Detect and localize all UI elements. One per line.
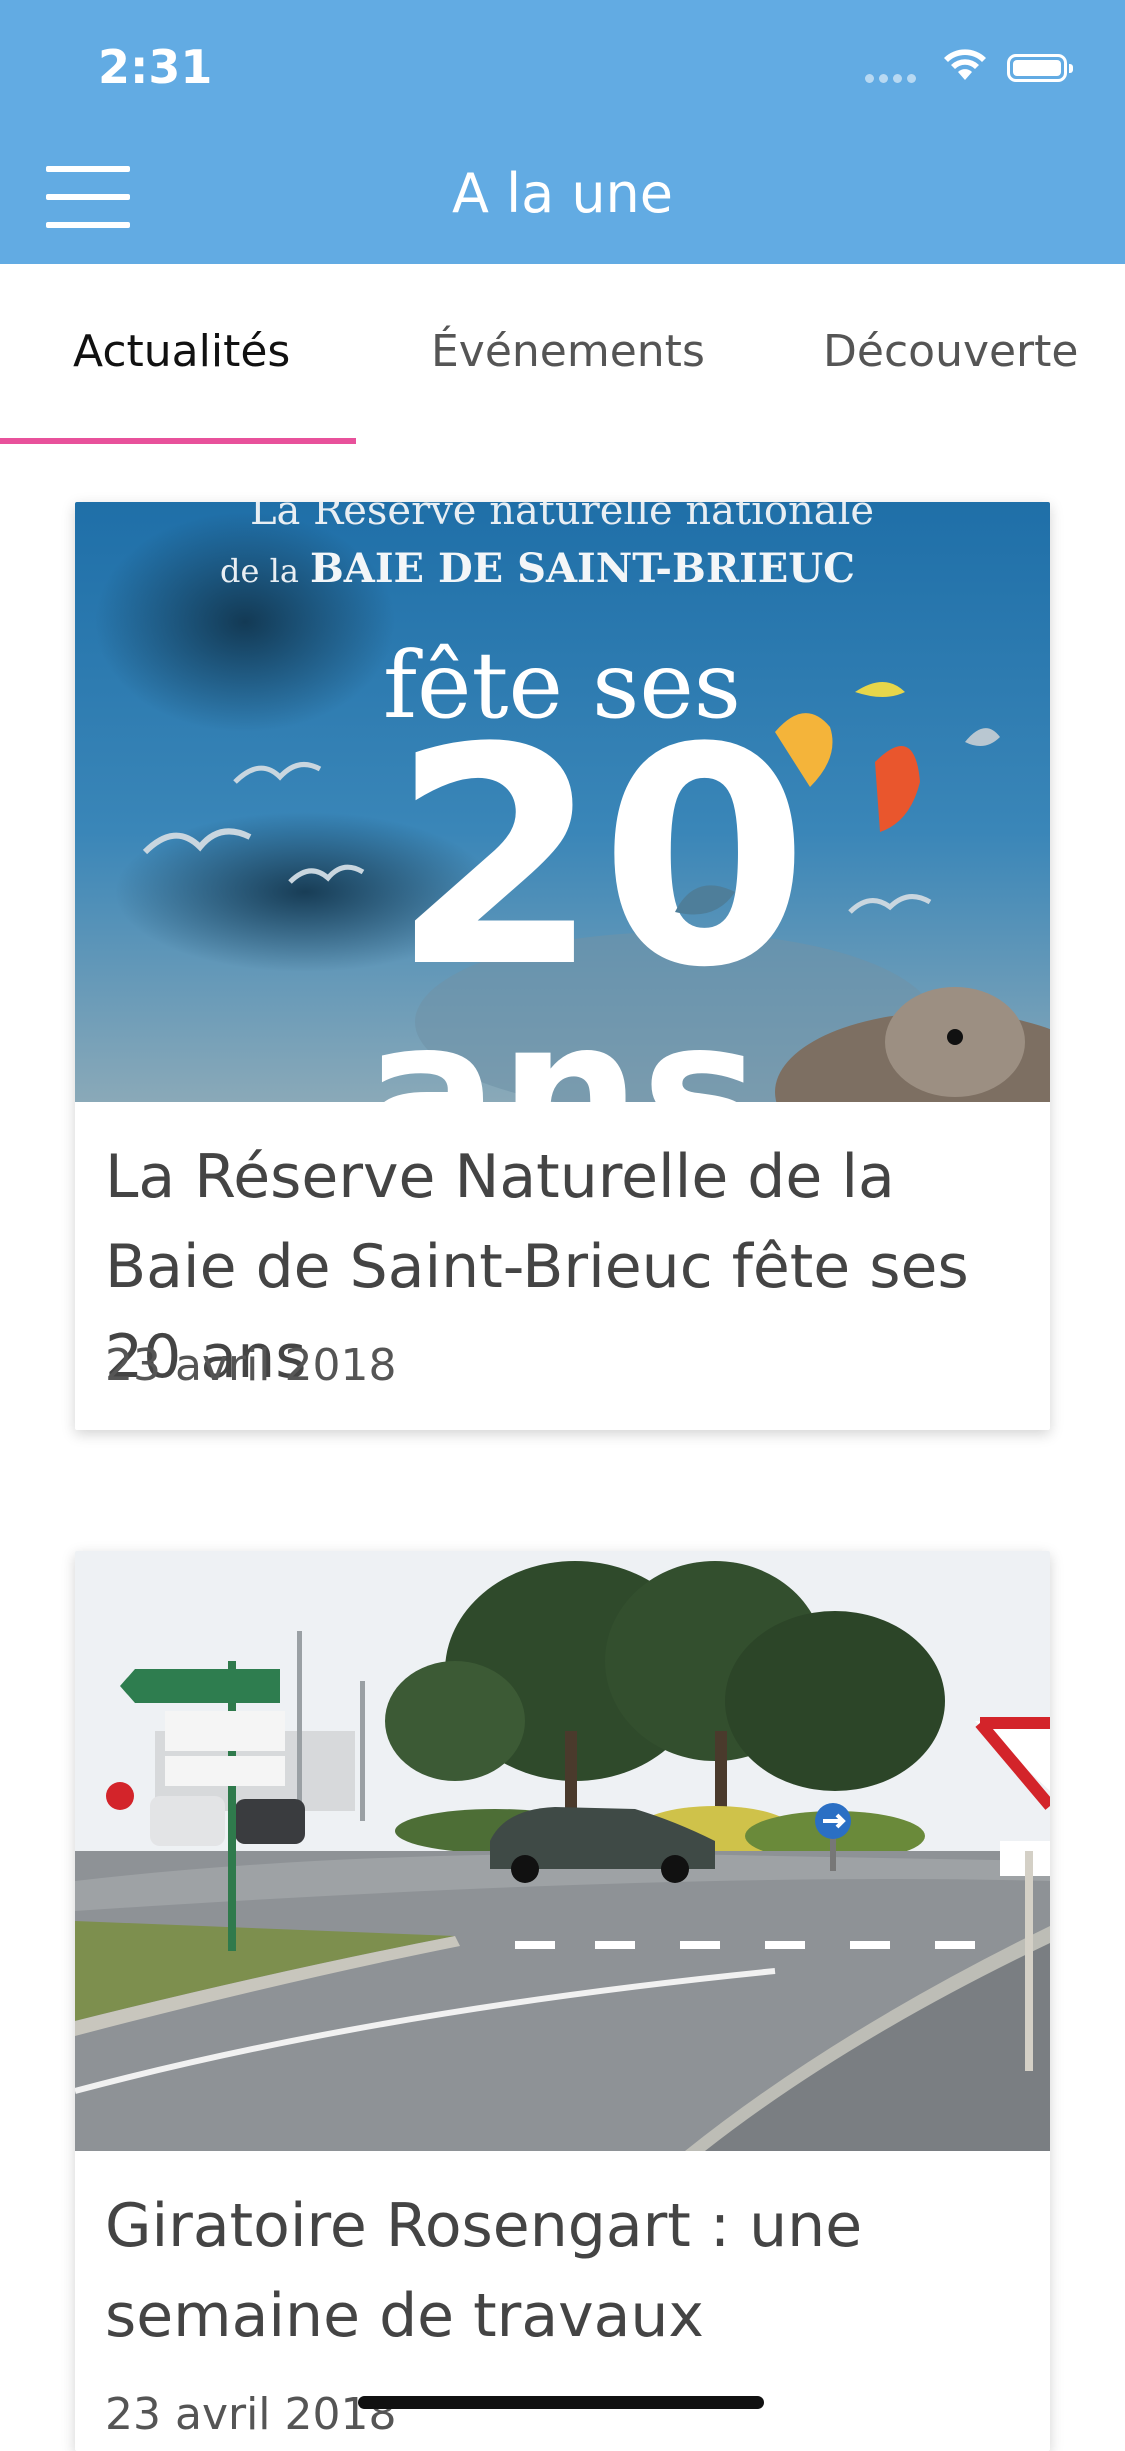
tab-evenements[interactable]: Événements: [431, 326, 705, 377]
article-card[interactable]: La Réserve naturelle nationale de la BAI…: [75, 502, 1050, 1430]
article-image: La Réserve naturelle nationale de la BAI…: [75, 502, 1050, 1102]
tab-bar: Actualités Événements Découverte: [0, 264, 1125, 444]
battery-icon: [1007, 54, 1073, 82]
app-header: 2:31 A la une: [0, 0, 1125, 264]
poster-line1: La Réserve naturelle nationale: [250, 502, 874, 534]
tab-actualites[interactable]: Actualités: [73, 326, 290, 377]
poster-line2: BAIE DE SAINT-BRIEUC: [310, 545, 855, 592]
article-date: 23 avril 2018: [105, 1340, 397, 1391]
signal-dots-icon: [865, 74, 916, 83]
tab-decouverte[interactable]: Découverte: [823, 326, 1078, 377]
poster-line4: ans: [364, 977, 760, 1102]
article-title: Giratoire Rosengart : une semaine de tra…: [105, 2191, 863, 2351]
poster-line2-prefix: de la: [220, 552, 299, 590]
home-indicator[interactable]: [358, 2396, 764, 2409]
article-image: [75, 1551, 1050, 2151]
article-card[interactable]: Giratoire Rosengart : une semaine de tra…: [75, 1551, 1050, 2451]
status-icons: [865, 0, 1125, 140]
article-date: 23 avril 2018: [105, 2389, 397, 2440]
wifi-icon: [944, 49, 986, 80]
page-title: A la une: [451, 162, 674, 225]
active-tab-indicator: [0, 438, 356, 444]
status-time: 2:31: [98, 40, 213, 94]
